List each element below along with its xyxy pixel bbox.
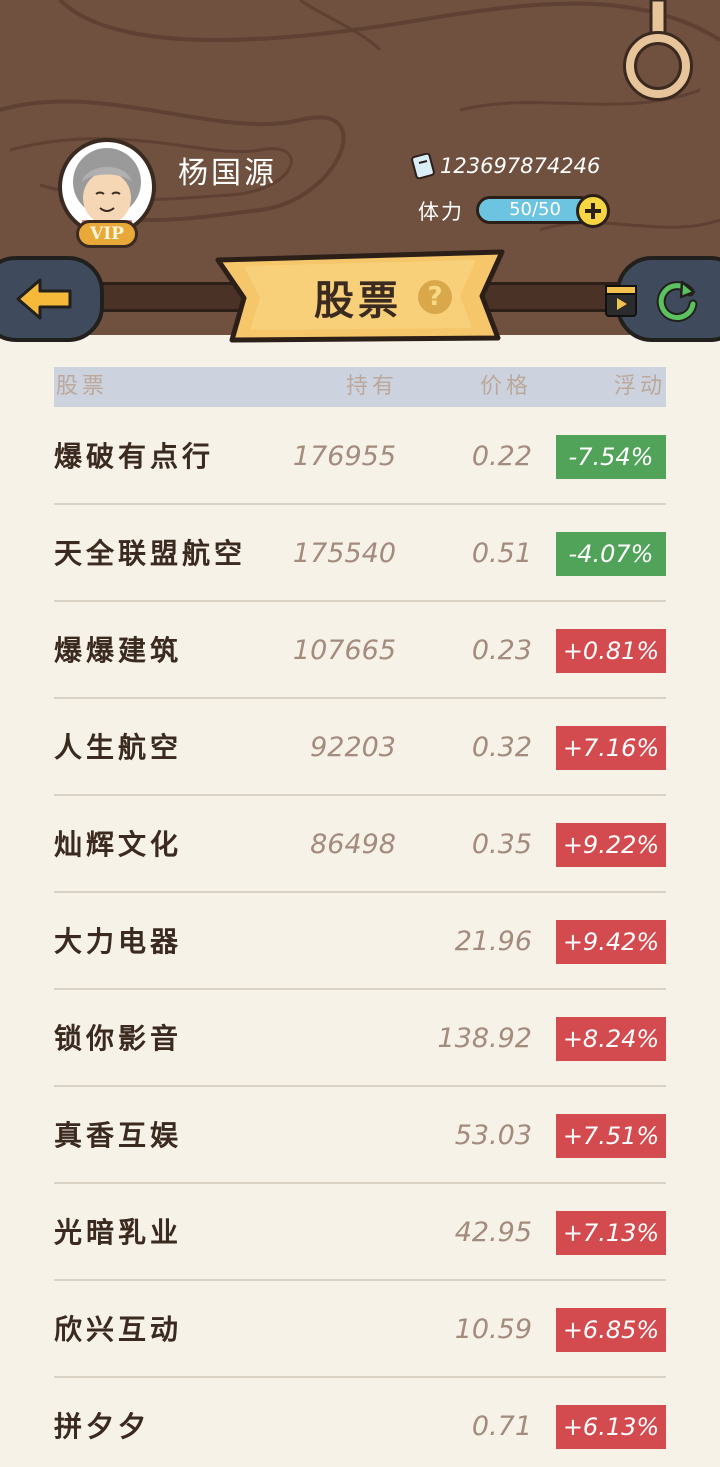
stock-change-badge: -4.07% — [556, 532, 666, 576]
stock-change-badge: +7.13% — [556, 1211, 666, 1255]
page-title: 股票 — [314, 277, 402, 324]
video-ad-icon — [605, 285, 637, 317]
hanging-ring-icon — [623, 0, 693, 101]
table-row[interactable]: 灿辉文化 86498 0.35 +9.22% — [54, 797, 666, 893]
stock-name: 真香互娱 — [54, 1119, 183, 1152]
table-row[interactable]: 爆破有点行 176955 0.22 -7.54% — [54, 409, 666, 505]
vip-badge: VIP — [76, 220, 138, 248]
stock-price: 0.71 — [471, 1411, 532, 1442]
player-id: 123697874246 — [440, 154, 601, 178]
column-header-price: 价格 — [479, 374, 532, 399]
stock-holding: 92203 — [310, 732, 396, 763]
stock-name: 爆爆建筑 — [54, 634, 183, 667]
stock-change-badge: +6.13% — [556, 1405, 666, 1449]
stock-name: 拼夕夕 — [54, 1410, 151, 1443]
help-icon[interactable]: ? — [418, 280, 452, 314]
table-row[interactable]: 人生航空 92203 0.32 +7.16% — [54, 700, 666, 796]
stock-change-badge: -7.54% — [556, 435, 666, 479]
column-header-stock: 股票 — [56, 374, 109, 399]
table-row[interactable]: 大力电器 21.96 +9.42% — [54, 894, 666, 990]
table-row[interactable]: 锁你影音 138.92 +8.24% — [54, 991, 666, 1087]
stock-name: 天全联盟航空 — [54, 537, 247, 570]
add-stamina-icon[interactable] — [576, 194, 610, 228]
stock-price: 0.22 — [471, 441, 532, 472]
stamina-value: 50/50 — [509, 199, 561, 220]
table-header: 股票 持有 价格 浮动 — [54, 367, 666, 407]
table-row[interactable]: 天全联盟航空 175540 0.51 -4.07% — [54, 506, 666, 602]
stamina-label: 体力 — [418, 200, 464, 224]
stock-price: 138.92 — [437, 1023, 532, 1054]
stock-name: 大力电器 — [54, 925, 183, 958]
stock-price: 0.51 — [471, 538, 532, 569]
back-arrow-icon[interactable] — [14, 276, 76, 322]
stock-change-badge: +9.42% — [556, 920, 666, 964]
stock-change-badge: +7.16% — [556, 726, 666, 770]
table-row[interactable]: 光暗乳业 42.95 +7.13% — [54, 1185, 666, 1281]
table-row[interactable]: 拼夕夕 0.71 +6.13% — [54, 1379, 666, 1467]
stock-change-badge: +7.51% — [556, 1114, 666, 1158]
stock-name: 光暗乳业 — [54, 1216, 183, 1249]
stock-change-badge: +8.24% — [556, 1017, 666, 1061]
stock-holding: 107665 — [292, 635, 396, 666]
stock-price: 0.35 — [471, 829, 532, 860]
table-row[interactable]: 真香互娱 53.03 +7.51% — [54, 1088, 666, 1184]
stock-name: 爆破有点行 — [54, 440, 215, 473]
stock-name: 人生航空 — [54, 731, 183, 764]
table-row[interactable]: 爆爆建筑 107665 0.23 +0.81% — [54, 603, 666, 699]
stock-holding: 86498 — [310, 829, 396, 860]
refresh-icon[interactable] — [654, 278, 700, 324]
stock-change-badge: +0.81% — [556, 629, 666, 673]
stock-name: 欣兴互动 — [54, 1313, 183, 1346]
stock-price: 10.59 — [454, 1314, 532, 1345]
grandma-face-icon — [73, 148, 141, 232]
stock-holding: 175540 — [292, 538, 396, 569]
column-header-change: 浮动 — [613, 374, 666, 399]
ticket-icon — [411, 153, 435, 180]
stock-price: 0.23 — [471, 635, 532, 666]
table-row[interactable]: 欣兴互动 10.59 +6.85% — [54, 1282, 666, 1378]
column-header-hold: 持有 — [345, 374, 398, 399]
stock-holding: 176955 — [292, 441, 396, 472]
stock-price: 21.96 — [454, 926, 532, 957]
stock-price: 0.32 — [471, 732, 532, 763]
stock-change-badge: +9.22% — [556, 823, 666, 867]
player-name: 杨国源 — [178, 156, 277, 191]
stock-price: 42.95 — [454, 1217, 532, 1248]
stock-price: 53.03 — [454, 1120, 532, 1151]
stock-name: 灿辉文化 — [54, 828, 183, 861]
stock-change-badge: +6.85% — [556, 1308, 666, 1352]
stock-name: 锁你影音 — [54, 1022, 183, 1055]
